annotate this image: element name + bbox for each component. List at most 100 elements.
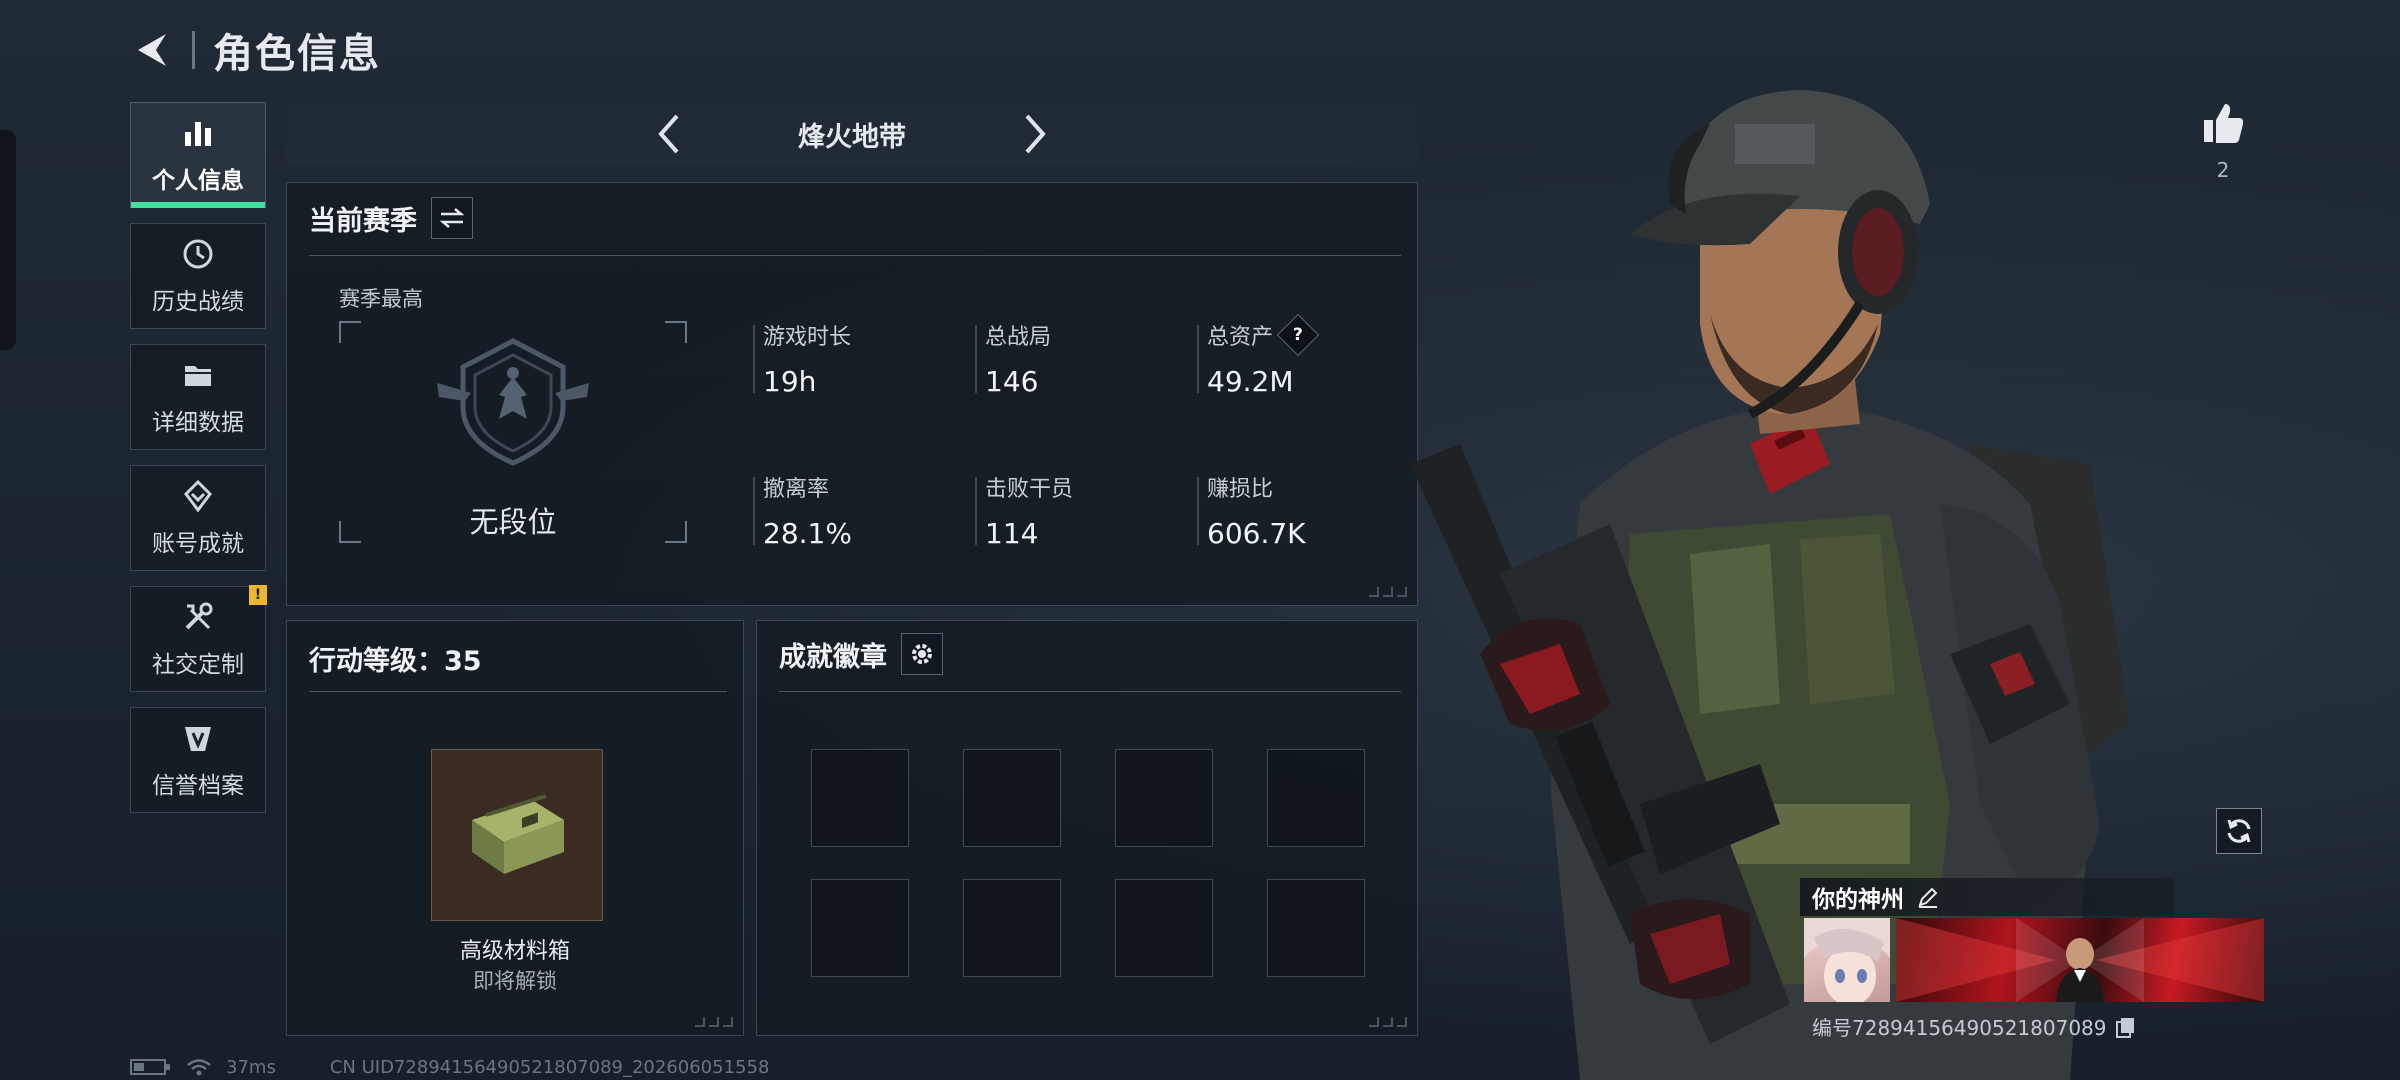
tools-icon bbox=[180, 599, 216, 635]
sidebar-item-label: 历史战绩 bbox=[152, 289, 244, 315]
stat-label: 游戏时长 bbox=[763, 325, 852, 350]
stat-value: 19h bbox=[763, 365, 817, 398]
stat-value: 28.1% bbox=[763, 517, 852, 550]
badge-grid bbox=[811, 749, 1365, 977]
panel-corner-decoration bbox=[695, 1017, 733, 1027]
avatar[interactable] bbox=[1804, 918, 1890, 1002]
sidebar-item-credit[interactable]: 信誉档案 bbox=[130, 707, 266, 813]
help-icon[interactable]: ? bbox=[1276, 313, 1320, 357]
reward-name: 高级材料箱 bbox=[459, 939, 570, 964]
credit-shield-icon bbox=[180, 720, 216, 756]
sidebar-item-personal-info[interactable]: 个人信息 bbox=[130, 102, 266, 208]
back-button[interactable] bbox=[130, 28, 174, 72]
stat-value: 49.2M bbox=[1207, 365, 1294, 398]
badge-settings-button[interactable] bbox=[901, 633, 943, 675]
stat-label: 总战局 bbox=[985, 325, 1052, 350]
stat-label: 赚损比 bbox=[1207, 477, 1274, 502]
status-bar: 37ms CN UID7289415649052180708​9_2026060… bbox=[130, 1054, 769, 1080]
stat-total-matches: 总战局 146 bbox=[974, 319, 1052, 398]
sidebar-item-label: 个人信息 bbox=[152, 168, 244, 194]
page-title: 角色信息 bbox=[213, 31, 381, 77]
sidebar-item-achievements[interactable]: 账号成就 bbox=[130, 465, 266, 571]
rank-emblem-icon bbox=[437, 338, 589, 466]
battery-icon bbox=[130, 1059, 170, 1075]
edit-pencil-icon[interactable] bbox=[1916, 885, 1940, 909]
stat-label: 击败干员 bbox=[985, 477, 1074, 502]
notification-badge: ! bbox=[249, 585, 267, 605]
name-card-banner[interactable] bbox=[1896, 918, 2264, 1002]
help-glyph: ? bbox=[1293, 325, 1303, 345]
badge-slot[interactable] bbox=[811, 879, 909, 977]
stat-label: 总资产 ? bbox=[1207, 313, 1320, 357]
stat-play-time: 游戏时长 19h bbox=[752, 319, 852, 398]
divider bbox=[309, 255, 1401, 256]
header: 角色信息 bbox=[130, 20, 381, 80]
stat-profit-ratio: 赚损比 606.7K bbox=[1197, 471, 1306, 550]
badge-slot[interactable] bbox=[963, 879, 1061, 977]
rotate-model-button[interactable] bbox=[2216, 808, 2262, 854]
stat-operators-defeated: 击败干员 114 bbox=[974, 471, 1074, 550]
folder-icon bbox=[180, 357, 216, 393]
season-title: 当前赛季 bbox=[309, 205, 417, 237]
name-card-header: 你的神州 bbox=[1800, 878, 2174, 916]
mode-title: 烽火地带 bbox=[798, 121, 906, 153]
level-panel-header: 行动等级：35 bbox=[309, 639, 482, 678]
sidebar-item-label: 详细数据 bbox=[152, 410, 244, 436]
season-best-label: 赛季最高 bbox=[339, 287, 423, 311]
season-panel-header: 当前赛季 bbox=[309, 197, 473, 239]
copy-icon[interactable] bbox=[2115, 1016, 2137, 1038]
reward-status: 即将解锁 bbox=[473, 969, 557, 993]
stat-value: 606.7K bbox=[1207, 517, 1306, 550]
player-uid: 编号7289415649052180708​9 bbox=[1812, 1012, 2137, 1041]
bar-chart-icon bbox=[180, 115, 216, 151]
swap-icon bbox=[439, 208, 465, 228]
badge-slot[interactable] bbox=[1115, 879, 1213, 977]
stat-value: 146 bbox=[985, 365, 1039, 398]
sidebar-item-social[interactable]: 社交定制 ! bbox=[130, 585, 267, 692]
badge-panel-header: 成就徽章 bbox=[779, 633, 943, 675]
material-crate-icon bbox=[472, 794, 564, 874]
like-button[interactable] bbox=[2198, 98, 2248, 148]
history-clock-icon bbox=[180, 236, 216, 272]
rank-name: 无段位 bbox=[469, 505, 557, 539]
sidebar-item-history[interactable]: 历史战绩 bbox=[130, 223, 266, 329]
screen-edge bbox=[0, 130, 16, 350]
sidebar-item-label: 信誉档案 bbox=[152, 773, 244, 799]
wifi-icon bbox=[187, 1059, 211, 1076]
gear-icon bbox=[912, 644, 932, 664]
achievement-icon bbox=[180, 478, 216, 514]
thumbs-up-icon bbox=[2204, 104, 2244, 143]
badge-slot[interactable] bbox=[811, 749, 909, 847]
sidebar: 个人信息 历史战绩 详细数据 账号成就 社交定制 ! 信誉档案 bbox=[130, 102, 268, 828]
badge-panel: 成就徽章 bbox=[756, 620, 1418, 1036]
back-arrow-icon bbox=[138, 34, 166, 66]
prev-mode-button[interactable] bbox=[646, 112, 690, 156]
sidebar-item-label: 社交定制 bbox=[152, 652, 244, 678]
chevron-left-icon bbox=[658, 114, 679, 154]
banner-artwork bbox=[1896, 918, 2264, 1002]
next-mode-button[interactable] bbox=[1014, 112, 1058, 156]
badge-slot[interactable] bbox=[1115, 749, 1213, 847]
mode-switcher: 烽火地带 bbox=[286, 102, 1418, 166]
header-divider bbox=[192, 31, 195, 69]
name-card-title: 你的神州 bbox=[1812, 887, 1904, 913]
stat-total-assets: 总资产 ? 49.2M bbox=[1196, 313, 1320, 398]
footer-uid: CN UID7289415649052180708​9_202606051558 bbox=[329, 1056, 770, 1078]
level-panel: 行动等级：35 高级材料箱 即将解锁 bbox=[286, 620, 744, 1036]
rank-display: 无段位 bbox=[339, 321, 687, 543]
refresh-icon bbox=[2227, 819, 2251, 843]
divider bbox=[309, 691, 727, 692]
season-switch-button[interactable] bbox=[431, 197, 473, 239]
level-title: 行动等级：35 bbox=[309, 646, 482, 677]
reward-crate-card[interactable] bbox=[431, 749, 603, 921]
avatar-portrait bbox=[1804, 918, 1890, 1002]
stat-extraction-rate: 撤离率 28.1% bbox=[753, 471, 852, 550]
sidebar-item-detailed-data[interactable]: 详细数据 bbox=[130, 344, 266, 450]
badge-slot[interactable] bbox=[963, 749, 1061, 847]
stat-value: 114 bbox=[985, 517, 1039, 550]
season-panel: 当前赛季 赛季最高 无段位 游戏时长 19h 总战局 146 总资产 ? 49.… bbox=[286, 182, 1418, 606]
stat-label-text: 总资产 bbox=[1207, 325, 1274, 350]
sidebar-item-label: 账号成就 bbox=[152, 531, 244, 557]
chevron-right-icon bbox=[1025, 114, 1046, 154]
ping-text: 37ms bbox=[226, 1056, 276, 1078]
